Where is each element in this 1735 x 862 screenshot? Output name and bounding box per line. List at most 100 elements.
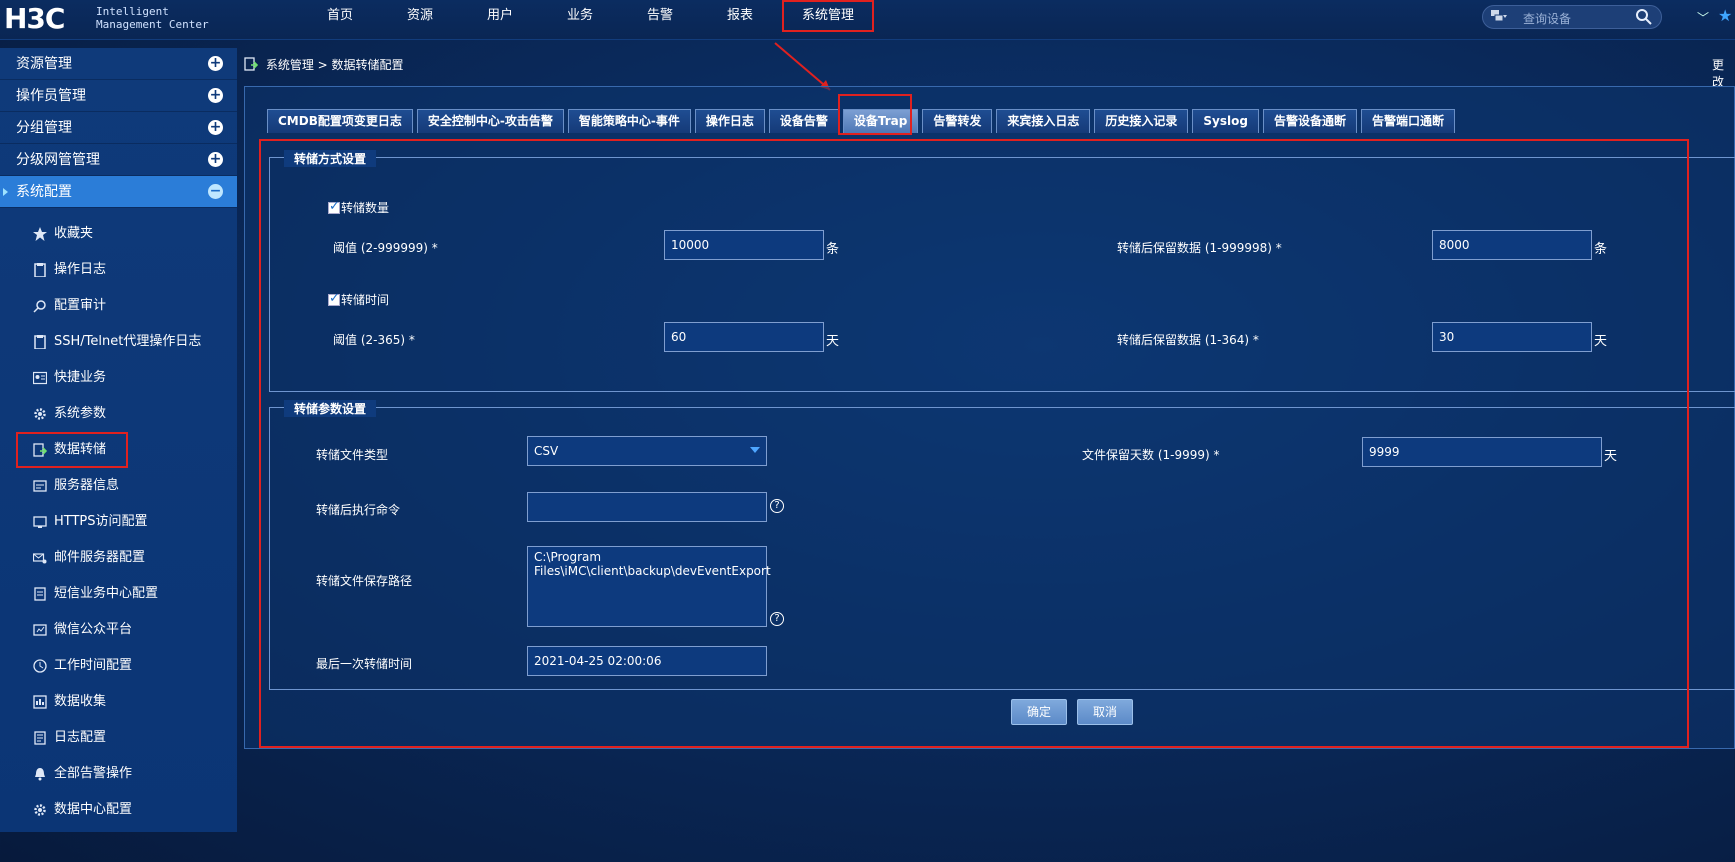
data-export-icon <box>33 443 47 457</box>
checkbox-checked-icon[interactable] <box>328 291 340 306</box>
dropdown-arrow-icon[interactable] <box>750 447 760 453</box>
sidebar-item-label: 服务器信息 <box>54 478 120 493</box>
time-threshold-input[interactable]: 60 <box>664 322 824 352</box>
path-label: 转储文件保存路径 <box>316 574 413 588</box>
sidebar-item-quick-service[interactable]: 快捷业务 <box>0 360 237 396</box>
sidebar-group-label: 分组管理 <box>16 120 72 136</box>
retain-days-input[interactable]: 9999 <box>1362 437 1602 467</box>
nav-services[interactable]: 业务 <box>540 0 620 32</box>
sidebar-item-label: 数据转储 <box>54 442 107 457</box>
ok-button[interactable]: 确定 <box>1011 699 1067 725</box>
checkbox-checked-icon[interactable] <box>328 199 340 214</box>
change-link[interactable]: 更改 <box>1712 56 1735 90</box>
path-textarea[interactable]: C:\Program Files\iMC\client\backup\devEv… <box>527 546 771 627</box>
help-icon[interactable]: ? <box>770 499 784 513</box>
logo-line2: Management Center <box>96 18 209 31</box>
tab-operation-log[interactable]: 操作日志 <box>694 109 765 133</box>
sidebar-item-log-config[interactable]: 日志配置 <box>0 720 237 756</box>
help-icon[interactable]: ? <box>770 612 784 626</box>
last-time-label: 最后一次转储时间 <box>316 657 413 671</box>
nav-resources[interactable]: 资源 <box>380 0 460 32</box>
expand-icon[interactable]: + <box>208 152 223 167</box>
sidebar-group-operators[interactable]: 操作员管理 + <box>0 80 237 112</box>
sidebar-item-system-params[interactable]: 系统参数 <box>0 396 237 432</box>
sidebar-group-hierarchical[interactable]: 分级网管管理 + <box>0 144 237 176</box>
tab-security-attack-alarm[interactable]: 安全控制中心-攻击告警 <box>416 109 564 133</box>
nav-alarms[interactable]: 告警 <box>620 0 700 32</box>
nav-reports[interactable]: 报表 <box>700 0 780 32</box>
nav-home[interactable]: 首页 <box>300 0 380 32</box>
tab-guest-access-log[interactable]: 来宾接入日志 <box>996 109 1091 133</box>
breadcrumb-text[interactable]: 系统管理 > 数据转储配置 <box>266 58 404 72</box>
nav-system-management[interactable]: 系统管理 <box>782 0 874 32</box>
nav-users[interactable]: 用户 <box>460 0 540 32</box>
sidebar: 资源管理 + 操作员管理 + 分组管理 + 分级网管管理 + 系统配置 − 收藏… <box>0 48 237 832</box>
sidebar-group-system-config[interactable]: 系统配置 − <box>0 176 237 208</box>
time-keep-unit: 天 <box>1594 334 1608 349</box>
sidebar-item-mail-server[interactable]: 邮件服务器配置 <box>0 540 237 576</box>
sidebar-item-label: 数据中心配置 <box>54 802 133 817</box>
tab-policy-center-event[interactable]: 智能策略中心-事件 <box>567 109 691 133</box>
checkbox-label: 转储数量 <box>341 201 390 215</box>
sidebar-item-data-collect[interactable]: 数据收集 <box>0 684 237 720</box>
tab-cmdb-change-log[interactable]: CMDB配置项变更日志 <box>267 109 413 133</box>
tab-alarm-port-onoff[interactable]: 告警端口通断 <box>1360 109 1455 133</box>
chevron-down-icon[interactable]: ﹀ <box>1697 9 1709 26</box>
sidebar-item-datacenter-config[interactable]: 数据中心配置 <box>0 792 237 828</box>
sidebar-item-https-config[interactable]: HTTPS访问配置 <box>0 504 237 540</box>
by-count-checkbox[interactable]: 转储数量 <box>328 199 389 216</box>
wechat-icon <box>33 624 47 636</box>
retain-days-label: 文件保留天数 (1-9999) * <box>1082 448 1220 462</box>
time-keep-input[interactable]: 30 <box>1432 322 1592 352</box>
sidebar-item-all-alarm-ops[interactable]: 全部告警操作 <box>0 756 237 792</box>
search-icon[interactable] <box>1635 8 1653 26</box>
sidebar-item-sms-center[interactable]: 短信业务中心配置 <box>0 576 237 612</box>
sidebar-group-label: 分级网管管理 <box>16 152 100 168</box>
tab-alarm-device-onoff[interactable]: 告警设备通断 <box>1262 109 1357 133</box>
sidebar-item-operation-log[interactable]: 操作日志 <box>0 252 237 288</box>
by-time-checkbox[interactable]: 转储时间 <box>328 291 389 308</box>
device-search[interactable]: 查询设备 <box>1482 5 1662 29</box>
count-threshold-input[interactable]: 10000 <box>664 230 824 260</box>
command-input[interactable] <box>527 492 767 522</box>
count-keep-label: 转储后保留数据 (1-999998) * <box>1117 241 1282 255</box>
data-collect-icon <box>33 695 47 709</box>
expand-icon[interactable]: + <box>208 120 223 135</box>
tab-device-trap[interactable]: 设备Trap <box>842 109 919 133</box>
file-type-select[interactable]: CSV <box>527 436 767 466</box>
tab-history-access[interactable]: 历史接入记录 <box>1094 109 1189 133</box>
cancel-button[interactable]: 取消 <box>1077 699 1133 725</box>
count-keep-input[interactable]: 8000 <box>1432 230 1592 260</box>
expand-icon[interactable]: + <box>208 88 223 103</box>
sidebar-item-config-audit[interactable]: 配置审计 <box>0 288 237 324</box>
expand-icon[interactable]: + <box>208 56 223 71</box>
sidebar-item-ssh-telnet-log[interactable]: SSH/Telnet代理操作日志 <box>0 324 237 360</box>
h3c-logo[interactable]: H3C Intelligent Management Center <box>4 2 219 36</box>
file-type-label: 转储文件类型 <box>316 448 389 462</box>
collapse-icon[interactable]: − <box>208 184 223 199</box>
gear-icon <box>34 408 46 420</box>
sidebar-item-label: 快捷业务 <box>54 370 107 385</box>
sidebar-item-data-dump[interactable]: 数据转储 <box>16 432 128 468</box>
star-icon[interactable]: ★ <box>1718 6 1732 25</box>
sidebar-item-work-time[interactable]: 工作时间配置 <box>0 648 237 684</box>
command-label: 转储后执行命令 <box>316 503 401 517</box>
sidebar-group-resources[interactable]: 资源管理 + <box>0 48 237 80</box>
storage-mode-fieldset: 转储方式设置 转储数量 阈值 (2-999999) * 10000 条 转储后保… <box>269 150 1735 392</box>
sidebar-item-label: 短信业务中心配置 <box>54 586 159 601</box>
sidebar-group-groups[interactable]: 分组管理 + <box>0 112 237 144</box>
count-keep-unit: 条 <box>1594 242 1608 257</box>
sidebar-item-favorites[interactable]: 收藏夹 <box>0 216 237 252</box>
sidebar-item-server-info[interactable]: 服务器信息 <box>0 468 237 504</box>
device-type-icon[interactable] <box>1491 10 1507 24</box>
tab-syslog[interactable]: Syslog <box>1192 109 1259 133</box>
tab-alarm-forward[interactable]: 告警转发 <box>922 109 993 133</box>
tab-bar: CMDB配置项变更日志 安全控制中心-攻击告警 智能策略中心-事件 操作日志 设… <box>267 109 1455 133</box>
clipboard-icon <box>34 335 46 349</box>
top-bar: H3C Intelligent Management Center 首页 资源 … <box>0 0 1735 40</box>
sidebar-item-wechat[interactable]: 微信公众平台 <box>0 612 237 648</box>
sidebar-item-label: 操作日志 <box>54 262 107 277</box>
tab-device-alarm[interactable]: 设备告警 <box>768 109 839 133</box>
search-placeholder[interactable]: 查询设备 <box>1523 10 1571 27</box>
gear-icon <box>34 804 46 816</box>
